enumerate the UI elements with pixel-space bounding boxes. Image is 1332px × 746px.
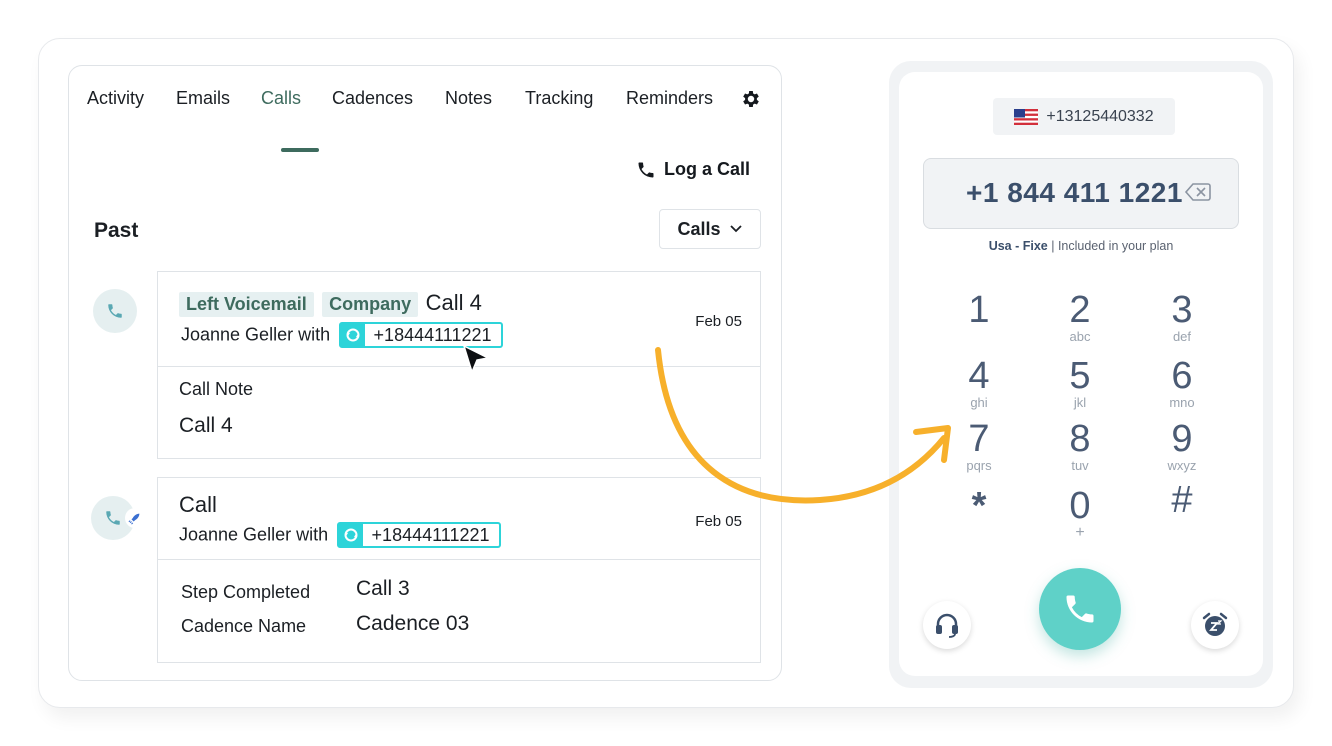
caller-id-selector[interactable]: +13125440332 [993, 98, 1175, 135]
us-flag-icon [1014, 108, 1039, 125]
caller-id-number: +13125440332 [1046, 107, 1154, 125]
step-value: Call 3 [356, 577, 410, 600]
tab-activity[interactable]: Activity [87, 88, 144, 109]
activity-note: Call Note Call 4 [158, 367, 760, 458]
tab-notes[interactable]: Notes [445, 88, 492, 109]
plan-type: Usa - Fixe [988, 239, 1048, 253]
activity-date: Feb 05 [695, 313, 742, 330]
note-label: Call Note [179, 379, 254, 399]
phone-icon [106, 511, 120, 525]
log-call-label: Log a Call [664, 159, 751, 179]
dropdown-value: Calls [677, 218, 721, 239]
headset-button[interactable] [923, 601, 971, 649]
activity-panel: Activity Emails Calls Cadences Notes Tra… [68, 65, 782, 681]
sync-icon [338, 524, 363, 546]
note-value: Call 4 [179, 414, 233, 437]
dialed-number: +1 844 411 1221 [966, 177, 1183, 208]
activity-details: Step Completed Call 3 Cadence Name Caden… [158, 560, 760, 662]
tab-emails[interactable]: Emails [176, 88, 230, 109]
tab-cadences[interactable]: Cadences [332, 88, 413, 109]
plan-info: Usa - Fixe | Included in your plan [899, 239, 1263, 253]
tab-tracking[interactable]: Tracking [525, 88, 593, 109]
keypad-key-9[interactable]: 9 wxyz [1142, 419, 1222, 473]
dialer-panel: +13125440332 +1 844 411 1221 Usa - Fixe … [889, 61, 1273, 688]
contact-label: Joanne Geller with [181, 324, 331, 345]
keypad-key-4[interactable]: 4 ghi [939, 356, 1019, 410]
activity-title: Call [179, 492, 217, 517]
keypad-key-2[interactable]: 2 abc [1040, 290, 1120, 344]
keypad-key-7[interactable]: 7 pqrs [939, 419, 1019, 473]
activity-title: Call 4 [425, 290, 482, 315]
phone-number: +18444111221 [371, 525, 490, 545]
dial-number-input[interactable]: +1 844 411 1221 [923, 158, 1239, 229]
headset-icon [936, 613, 958, 638]
calls-filter-dropdown[interactable]: Calls [659, 209, 761, 249]
keypad-key-star[interactable]: * [939, 486, 1019, 526]
activity-header: Call Joanne Geller with +18444111221 Feb… [158, 478, 760, 560]
mouse-cursor-icon [462, 344, 491, 375]
tab-calls[interactable]: Calls [261, 88, 301, 109]
contact-label: Joanne Geller with [179, 524, 329, 545]
keypad-key-8[interactable]: 8 tuv [1040, 419, 1120, 473]
keypad-key-1[interactable]: 1 [939, 290, 1019, 330]
cadence-value: Cadence 03 [356, 612, 470, 635]
cadence-label: Cadence Name [181, 616, 307, 636]
tab-bar: Activity Emails Calls Cadences Notes Tra… [87, 88, 764, 152]
gear-icon[interactable] [740, 88, 764, 112]
active-tab-indicator [281, 148, 319, 152]
phone-icon [638, 162, 654, 177]
type-badge: Company [322, 292, 419, 317]
log-call-button[interactable]: Log a Call [636, 159, 750, 180]
keypad-key-hash[interactable]: # [1142, 480, 1222, 520]
call-button[interactable] [1039, 568, 1121, 650]
activity-card: Left Voicemail Company Call 4 Joanne Gel… [157, 271, 761, 459]
section-title: Past [94, 219, 139, 242]
snooze-alarm-icon [1202, 612, 1228, 636]
phone-icon [1066, 595, 1094, 623]
call-type-icon [93, 289, 137, 333]
phone-number: +18444111221 [373, 325, 492, 345]
sync-icon [340, 324, 365, 346]
phone-icon [108, 304, 122, 318]
rocket-icon [125, 508, 145, 528]
plan-note: | Included in your plan [1051, 239, 1174, 253]
step-label: Step Completed [181, 582, 311, 602]
activity-card: Call Joanne Geller with +18444111221 Feb… [157, 477, 761, 663]
keypad-key-6[interactable]: 6 mno [1142, 356, 1222, 410]
snooze-button[interactable] [1191, 601, 1239, 649]
dialer: +13125440332 +1 844 411 1221 Usa - Fixe … [899, 72, 1263, 676]
keypad-key-3[interactable]: 3 def [1142, 290, 1222, 344]
keypad-key-0[interactable]: 0 + [1040, 486, 1120, 541]
chevron-down-icon [729, 225, 742, 233]
tab-reminders[interactable]: Reminders [626, 88, 713, 109]
activity-header: Left Voicemail Company Call 4 Joanne Gel… [158, 272, 760, 367]
backspace-icon[interactable] [1184, 181, 1212, 203]
phone-number-chip[interactable]: +18444111221 [336, 522, 501, 548]
activity-date: Feb 05 [695, 513, 742, 530]
status-badge: Left Voicemail [179, 292, 314, 317]
keypad-key-5[interactable]: 5 jkl [1040, 356, 1120, 410]
